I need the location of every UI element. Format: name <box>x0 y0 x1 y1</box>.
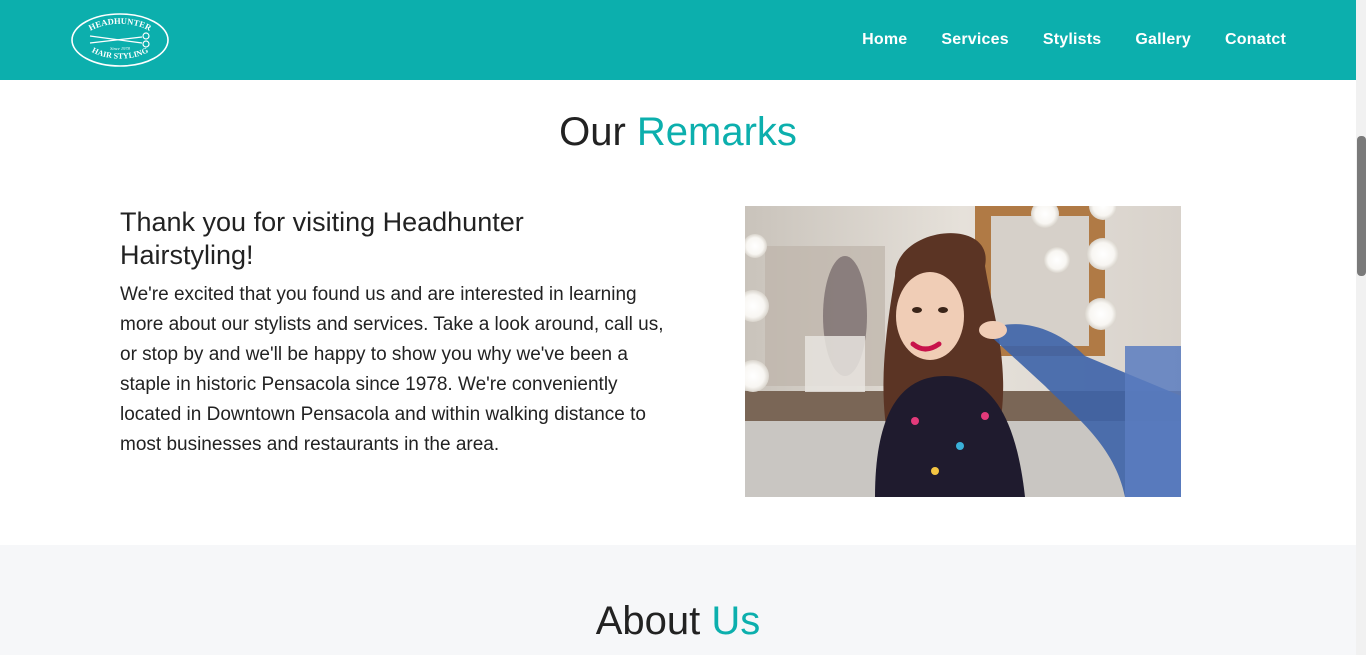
navbar: HEADHUNTER HAIR STYLING Since 1978 Home … <box>0 0 1356 80</box>
welcome-heading: Thank you for visiting Headhunter Hairst… <box>120 207 524 270</box>
main-nav: Home Services Stylists Gallery Conatct <box>828 0 1286 80</box>
logo-top-text: HEADHUNTER <box>87 16 154 33</box>
remarks-title-accent: Remarks <box>636 110 797 154</box>
nav-contact[interactable]: Conatct <box>1225 31 1286 49</box>
scissors-icon <box>89 32 150 48</box>
svg-text:HEADHUNTER: HEADHUNTER <box>87 16 154 33</box>
page: HEADHUNTER HAIR STYLING Since 1978 Home … <box>0 0 1366 655</box>
about-section: About Us <box>0 545 1356 655</box>
remarks-title-plain: Our <box>559 110 626 154</box>
logo-since-text: Since 1978 <box>110 46 131 51</box>
nav-services[interactable]: Services <box>941 31 1008 49</box>
about-title-accent: Us <box>711 599 761 643</box>
nav-gallery[interactable]: Gallery <box>1135 31 1191 49</box>
scrollbar-thumb[interactable] <box>1357 136 1366 276</box>
headhunter-logo[interactable]: HEADHUNTER HAIR STYLING Since 1978 <box>70 12 170 68</box>
about-title-plain: About <box>595 599 701 643</box>
about-title: About Us <box>0 599 1356 644</box>
remarks-title: Our Remarks <box>0 110 1356 155</box>
remarks-section: Our Remarks Thank you for visiting Headh… <box>0 80 1356 545</box>
welcome-text: We're excited that you found us and are … <box>120 284 664 455</box>
salon-photo <box>745 206 1181 497</box>
nav-stylists[interactable]: Stylists <box>1043 31 1102 49</box>
nav-home[interactable]: Home <box>862 31 907 49</box>
page-scrollbar[interactable] <box>1356 0 1366 655</box>
